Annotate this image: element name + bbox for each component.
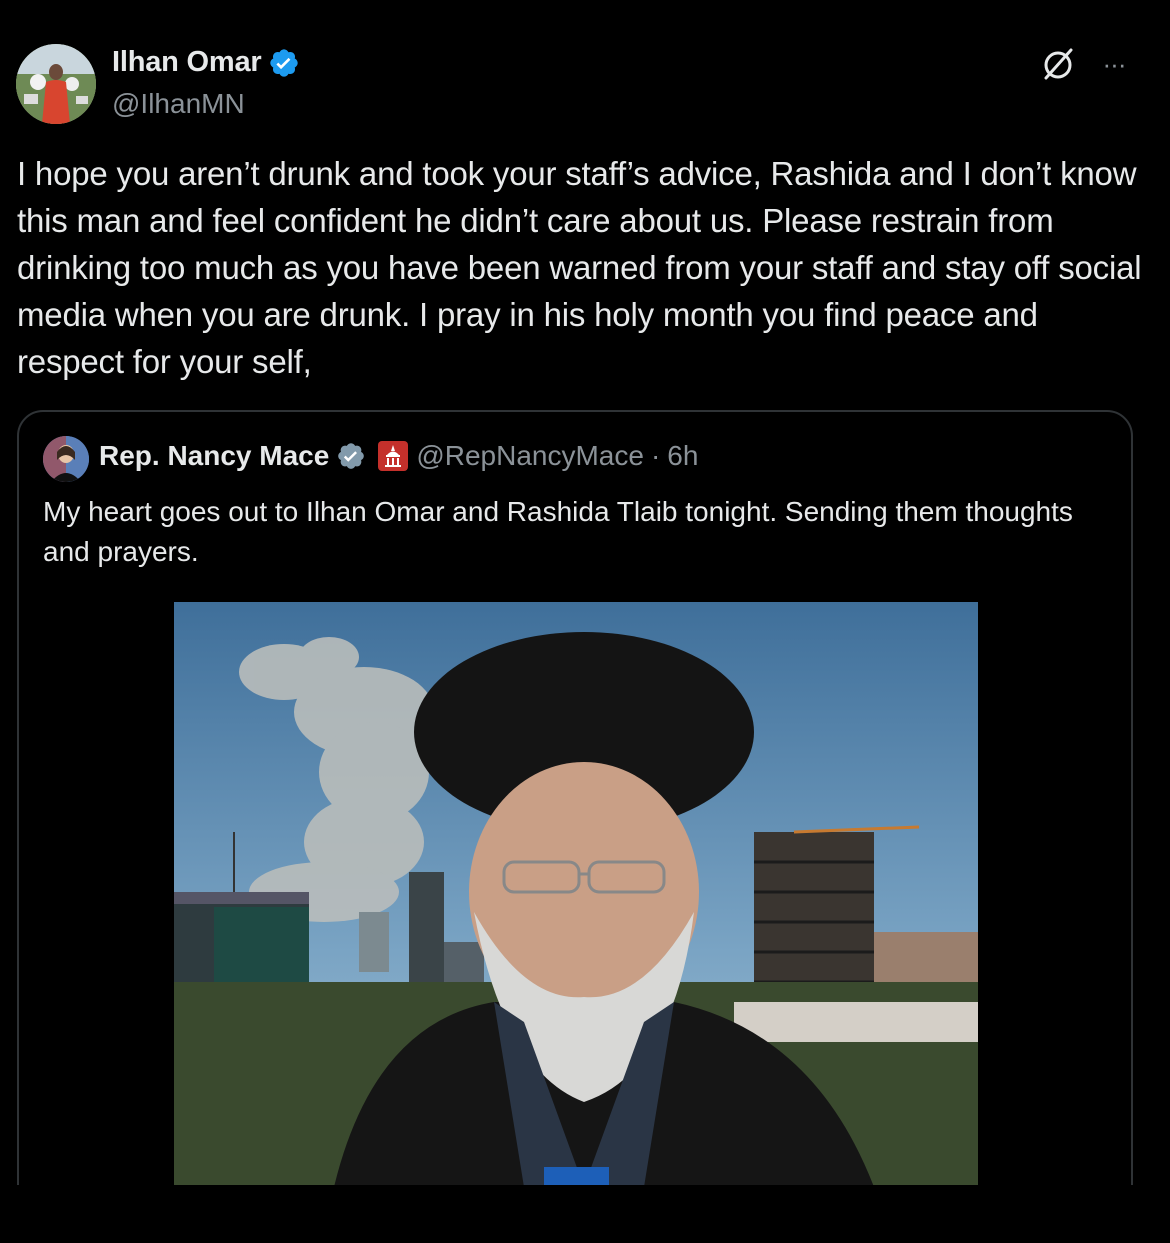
more-horizontal-icon[interactable]: ···	[1096, 50, 1132, 78]
government-capitol-badge-icon[interactable]	[377, 440, 409, 472]
author-display-name[interactable]: Ilhan Omar	[112, 46, 262, 79]
grok-slash-circle-icon[interactable]	[1038, 44, 1078, 84]
quoted-author-row: Rep. Nancy Mace @RepNancyMace · 6h	[99, 440, 698, 472]
tweet: Ilhan Omar @IlhanMN ··· I hope you aren’…	[0, 0, 1170, 1185]
quoted-tweet-text: My heart goes out to Ilhan Omar and Rash…	[43, 496, 1073, 567]
quoted-timestamp[interactable]: 6h	[667, 440, 698, 472]
quoted-handle[interactable]: @RepNancyMace	[416, 440, 644, 472]
quoted-tweet[interactable]: Rep. Nancy Mace @RepNancyMace · 6h My he…	[17, 410, 1133, 1185]
quoted-author-avatar[interactable]	[43, 436, 89, 482]
verified-badge-icon[interactable]	[268, 47, 300, 79]
author-handle[interactable]: @IlhanMN	[112, 88, 245, 120]
author-name-row: Ilhan Omar	[112, 46, 300, 79]
quoted-display-name[interactable]: Rep. Nancy Mace	[99, 440, 329, 472]
author-avatar[interactable]	[16, 44, 96, 124]
tweet-text: I hope you aren’t drunk and took your st…	[17, 155, 1142, 380]
verified-badge-gray-icon[interactable]	[336, 441, 366, 471]
separator-dot: ·	[650, 440, 661, 471]
quoted-tweet-photo[interactable]	[174, 602, 978, 1185]
